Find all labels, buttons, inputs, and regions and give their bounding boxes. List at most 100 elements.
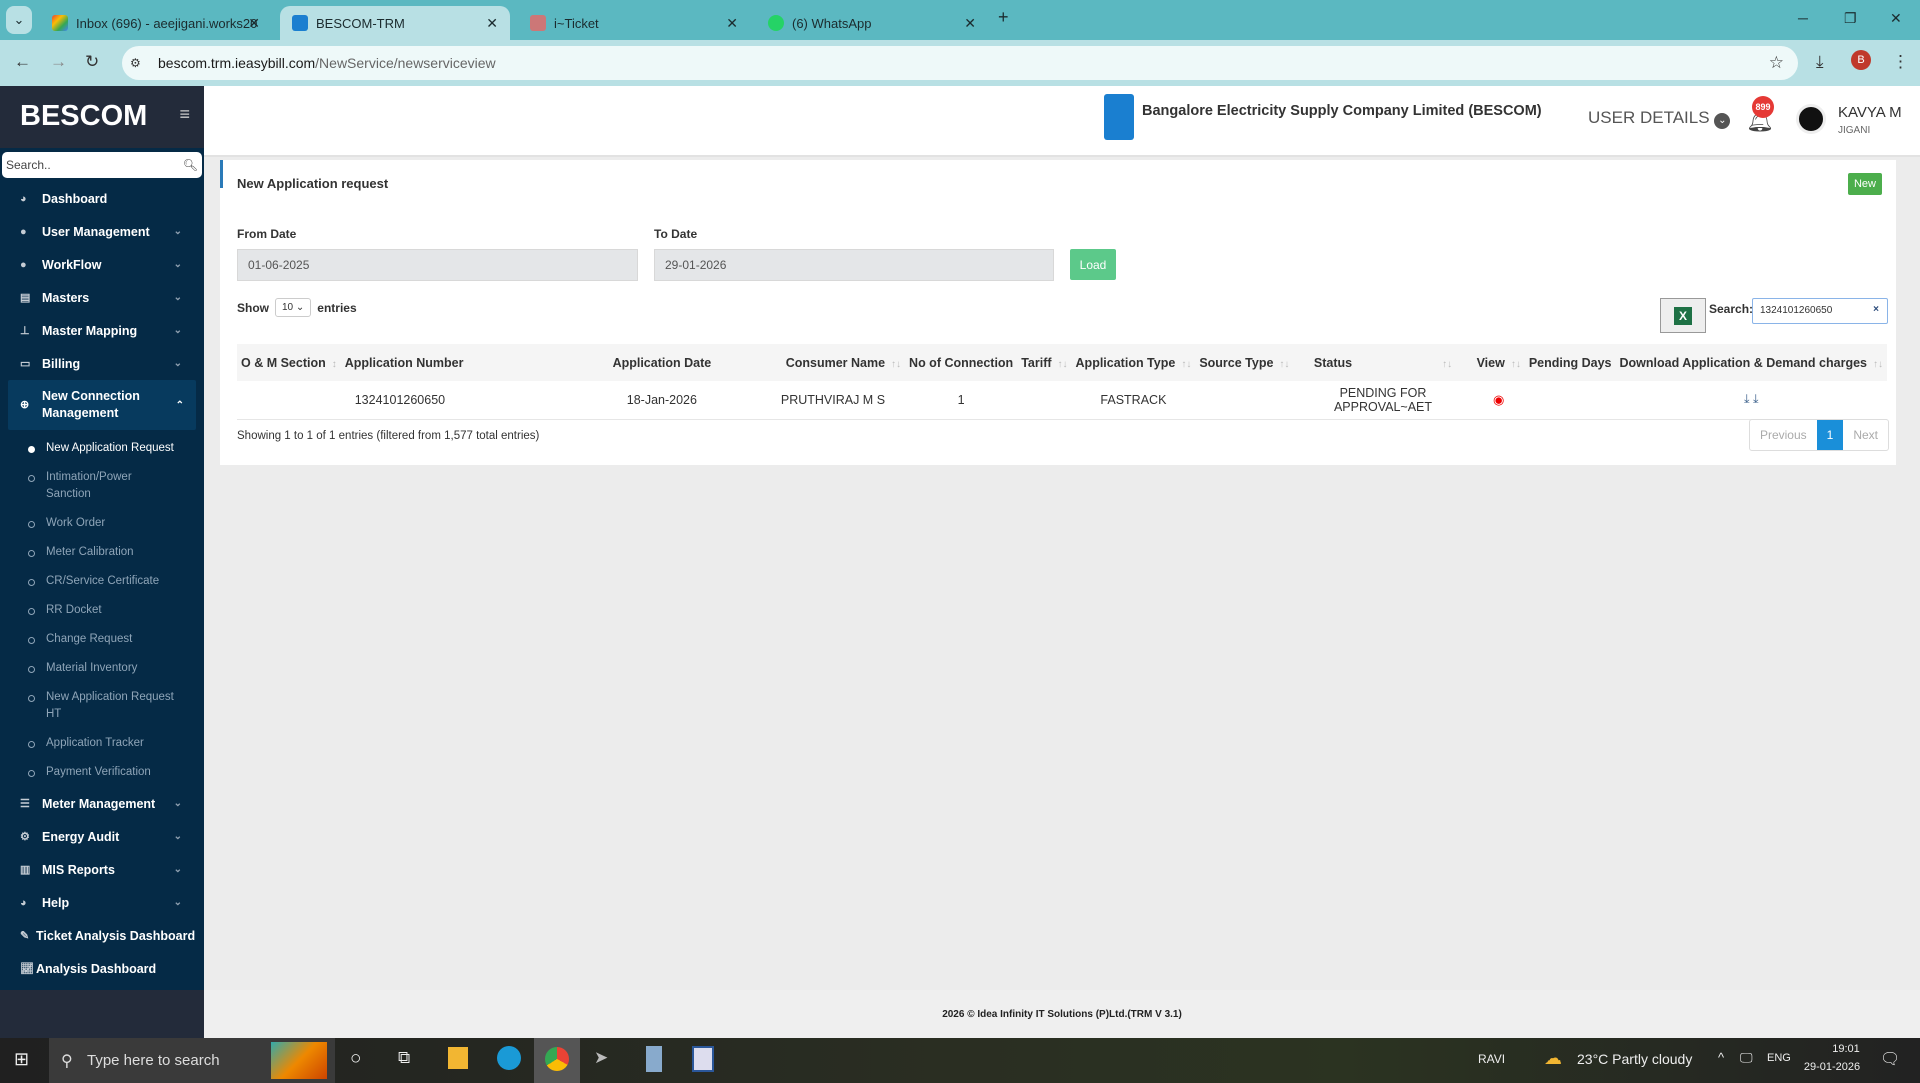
sidebar-item-help[interactable]: ◕ Help ⌄ <box>0 886 204 919</box>
hamburger-menu-icon[interactable]: ≡ <box>179 104 190 125</box>
table-search-input[interactable]: 1324101260650 × <box>1752 298 1888 324</box>
app-icon[interactable]: ➤ <box>594 1048 608 1068</box>
col-view[interactable]: View ↑↓ <box>1472 344 1525 381</box>
col-om-section[interactable]: O & M Section ↕ <box>237 344 341 381</box>
browser-menu-icon[interactable]: ⋮ <box>1892 52 1909 72</box>
tab-iticket[interactable]: i~Ticket ✕ <box>518 6 750 40</box>
col-application-type[interactable]: Application Type ↑↓ <box>1071 344 1196 381</box>
sidebar-item-dashboard[interactable]: ◕ Dashboard <box>0 182 204 215</box>
to-date-label: To Date <box>654 227 698 241</box>
sidebar-item-user-management[interactable]: ● User Management ⌄ <box>0 215 204 248</box>
col-source-type[interactable]: Source Type ↑↓ <box>1195 344 1294 381</box>
submenu-new-application-request[interactable]: New Application Request <box>0 434 204 463</box>
tab-bescom[interactable]: BESCOM-TRM ✕ <box>280 6 510 40</box>
sidebar-item-meter-management[interactable]: ☰ Meter Management ⌄ <box>0 787 204 820</box>
submenu-material-inventory[interactable]: Material Inventory <box>0 654 204 683</box>
close-tab-icon[interactable]: ✕ <box>248 15 260 32</box>
sidebar-item-masters[interactable]: ▤ Masters ⌄ <box>0 281 204 314</box>
network-icon[interactable]: 🖵︎ <box>1740 1050 1753 1066</box>
col-consumer-name[interactable]: Consumer Name ↑↓ <box>765 344 906 381</box>
col-no-of-connection[interactable]: No of Connection <box>905 344 1018 381</box>
weather-text[interactable]: 23°C Partly cloudy <box>1577 1051 1692 1067</box>
new-tab-button[interactable]: + <box>998 7 1009 28</box>
tab-gmail[interactable]: Inbox (696) - aeejigani.works20 ✕ <box>40 6 272 40</box>
restore-button[interactable]: ❐ <box>1844 10 1857 27</box>
submenu-cr-service-certificate[interactable]: CR/Service Certificate <box>0 567 204 596</box>
sidebar-item-billing[interactable]: ▭ Billing ⌄ <box>0 347 204 380</box>
eye-icon[interactable]: ◉ <box>1493 392 1504 407</box>
download-application-icon[interactable]: ⤓ <box>1744 392 1750 406</box>
bar-chart-icon: ▥ <box>20 864 31 876</box>
close-window-button[interactable]: ✕ <box>1890 10 1902 27</box>
submenu-change-request[interactable]: Change Request <box>0 625 204 654</box>
next-page-button[interactable]: Next <box>1843 420 1888 450</box>
from-date-input[interactable]: 01-06-2025 <box>237 249 638 281</box>
sidebar-link-ticket-analysis[interactable]: ✎ Ticket Analysis Dashboard <box>0 919 204 952</box>
download-demand-charges-icon[interactable]: ⤓ <box>1753 392 1759 406</box>
tab-whatsapp[interactable]: (6) WhatsApp ✕ <box>756 6 988 40</box>
bookmark-star-icon[interactable]: ☆ <box>1769 53 1784 73</box>
tray-chevron-icon[interactable]: ^ <box>1718 1050 1724 1065</box>
reload-button[interactable]: ↻ <box>85 52 99 72</box>
site-info-icon[interactable]: ⚙ <box>130 56 141 70</box>
sidebar-item-mis-reports[interactable]: ▥ MIS Reports ⌄ <box>0 853 204 886</box>
export-excel-button[interactable]: X <box>1660 298 1706 333</box>
language-indicator[interactable]: ENG <box>1767 1052 1791 1064</box>
forward-button[interactable]: → <box>50 52 67 72</box>
sidebar-link-analysis-dashboard[interactable]: 📈︎ Analysis Dashboard <box>0 952 204 985</box>
submenu-application-tracker[interactable]: Application Tracker <box>0 729 204 758</box>
clear-search-icon[interactable]: × <box>1873 304 1879 315</box>
submenu-new-application-request-ht[interactable]: New Application Request HT <box>0 683 184 729</box>
col-application-date[interactable]: Application Date <box>558 344 766 381</box>
submenu-meter-calibration[interactable]: Meter Calibration <box>0 538 204 567</box>
col-tariff[interactable]: Tariff ↑↓ <box>1017 344 1072 381</box>
windows-start-icon[interactable]: ⊞ <box>14 1049 29 1070</box>
back-button[interactable]: ← <box>14 52 31 72</box>
file-explorer-icon[interactable] <box>448 1047 468 1069</box>
user-details-label: USER DETAILS <box>1588 108 1710 127</box>
search-icon[interactable]: 🔍︎ <box>183 158 198 172</box>
sidebar-item-energy-audit[interactable]: ⚙ Energy Audit ⌄ <box>0 820 204 853</box>
profile-avatar[interactable]: B <box>1851 50 1871 70</box>
sidebar-item-workflow[interactable]: ● WorkFlow ⌄ <box>0 248 204 281</box>
to-date-input[interactable]: 29-01-2026 <box>654 249 1054 281</box>
sidebar-item-master-mapping[interactable]: ⊥ Master Mapping ⌄ <box>0 314 204 347</box>
load-button[interactable]: Load <box>1070 249 1116 280</box>
chevron-down-icon: ⌄ <box>173 292 182 303</box>
clock-date[interactable]: 29-01-2026 <box>1800 1061 1864 1073</box>
close-tab-icon[interactable]: ✕ <box>726 15 738 32</box>
previous-page-button[interactable]: Previous <box>1750 420 1817 450</box>
col-application-number[interactable]: Application Number <box>340 344 559 381</box>
tab-search-button[interactable]: ⌄ <box>6 6 32 34</box>
edge-icon[interactable] <box>497 1046 521 1070</box>
submenu-rr-docket[interactable]: RR Docket <box>0 596 204 625</box>
url-field[interactable]: ⚙ bescom.trm.ieasybill.com/NewService/new… <box>122 46 1798 80</box>
submenu-payment-verification[interactable]: Payment Verification <box>0 758 204 787</box>
cortana-icon[interactable]: ○ <box>350 1048 361 1070</box>
page-1-button[interactable]: 1 <box>1816 420 1844 450</box>
download-icon[interactable]: ⤓ <box>1816 52 1824 72</box>
chrome-taskbar-button[interactable] <box>534 1038 580 1083</box>
minimize-button[interactable]: ─ <box>1798 10 1808 26</box>
close-tab-icon[interactable]: ✕ <box>964 15 976 32</box>
submenu-intimation-power-sanction[interactable]: Intimation/Power Sanction <box>0 463 150 509</box>
user-details-dropdown[interactable]: USER DETAILS ⌄ <box>1588 108 1731 129</box>
sidebar-item-new-connection[interactable]: ⊕ New Connection Management ⌃ <box>8 380 196 430</box>
entries-select[interactable]: 10 ⌄ <box>275 298 312 317</box>
notification-center-icon[interactable]: 🗨︎ <box>1880 1049 1900 1069</box>
task-view-icon[interactable]: ⧉ <box>398 1048 410 1068</box>
clock-time[interactable]: 19:01 <box>1818 1043 1874 1055</box>
close-tab-icon[interactable]: ✕ <box>486 15 498 32</box>
user-avatar[interactable] <box>1796 104 1826 134</box>
col-status[interactable]: Status ↑↓ <box>1293 344 1473 381</box>
new-button[interactable]: New <box>1848 173 1882 195</box>
taskbar-search[interactable]: ⚲ Type here to search <box>49 1038 335 1083</box>
sidebar-search-input[interactable]: Search.. 🔍︎ <box>2 152 202 178</box>
col-pending-days[interactable]: Pending Days <box>1524 344 1616 381</box>
word-icon[interactable] <box>692 1046 714 1072</box>
col-download[interactable]: Download Application & Demand charges ↑↓ <box>1615 344 1887 381</box>
taskbar-search-placeholder: Type here to search <box>87 1052 220 1069</box>
submenu-work-order[interactable]: Work Order <box>0 509 204 538</box>
calculator-icon[interactable] <box>646 1046 662 1072</box>
sort-icon: ↕ <box>331 358 337 370</box>
